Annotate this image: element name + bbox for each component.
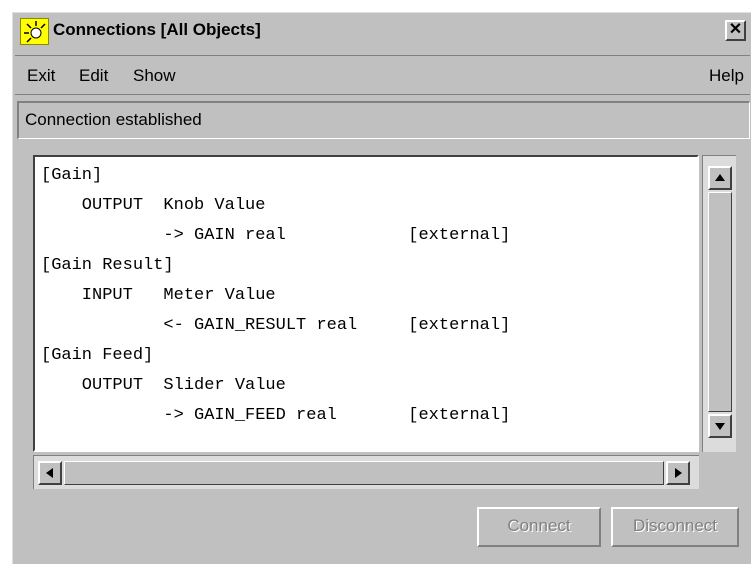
scroll-up-button[interactable] — [708, 166, 732, 190]
status-text: Connection established — [25, 110, 202, 129]
menu-bar: Exit Edit Show Help — [15, 55, 750, 95]
status-bar: Connection established — [17, 101, 750, 139]
connection-line: INPUT Meter Value — [41, 286, 276, 305]
close-button[interactable]: ✕ — [725, 20, 746, 41]
connection-line: OUTPUT Knob Value — [41, 196, 266, 215]
scroll-right-button[interactable] — [666, 461, 690, 485]
title-bar[interactable]: Connections [All Objects] ✕ — [15, 15, 750, 49]
right-arrow-icon — [675, 468, 682, 478]
horizontal-scrollbar[interactable] — [33, 455, 699, 489]
scroll-down-button[interactable] — [708, 414, 732, 438]
connection-line: <- GAIN_RESULT real [external] — [41, 316, 511, 335]
disconnect-button[interactable]: Disconnect — [611, 507, 739, 547]
horizontal-scroll-thumb[interactable] — [64, 461, 664, 485]
connection-line: [Gain Result] — [41, 256, 174, 275]
connection-line: [Gain] — [41, 166, 103, 185]
scroll-left-button[interactable] — [38, 461, 62, 485]
vertical-scrollbar[interactable] — [702, 155, 736, 452]
connections-text-area[interactable]: [Gain] OUTPUT Knob Value -> GAIN real [e… — [33, 155, 699, 452]
left-arrow-icon — [46, 468, 53, 478]
menu-exit[interactable]: Exit — [27, 66, 55, 86]
connection-line: -> GAIN real [external] — [41, 226, 511, 245]
up-arrow-icon — [715, 174, 725, 181]
window-title: Connections [All Objects] — [53, 20, 261, 39]
connection-line: [Gain Feed] — [41, 346, 154, 365]
app-sun-icon — [20, 18, 49, 45]
connect-button[interactable]: Connect — [477, 507, 601, 547]
menu-help[interactable]: Help — [709, 66, 744, 86]
vertical-scroll-thumb[interactable] — [708, 192, 732, 412]
menu-show[interactable]: Show — [133, 66, 176, 86]
down-arrow-icon — [715, 423, 725, 430]
connection-line: OUTPUT Slider Value — [41, 376, 286, 395]
connections-window: Connections [All Objects] ✕ Exit Edit Sh… — [12, 12, 751, 564]
menu-edit[interactable]: Edit — [79, 66, 108, 86]
connection-line: -> GAIN_FEED real [external] — [41, 406, 511, 425]
close-icon: ✕ — [728, 21, 743, 38]
